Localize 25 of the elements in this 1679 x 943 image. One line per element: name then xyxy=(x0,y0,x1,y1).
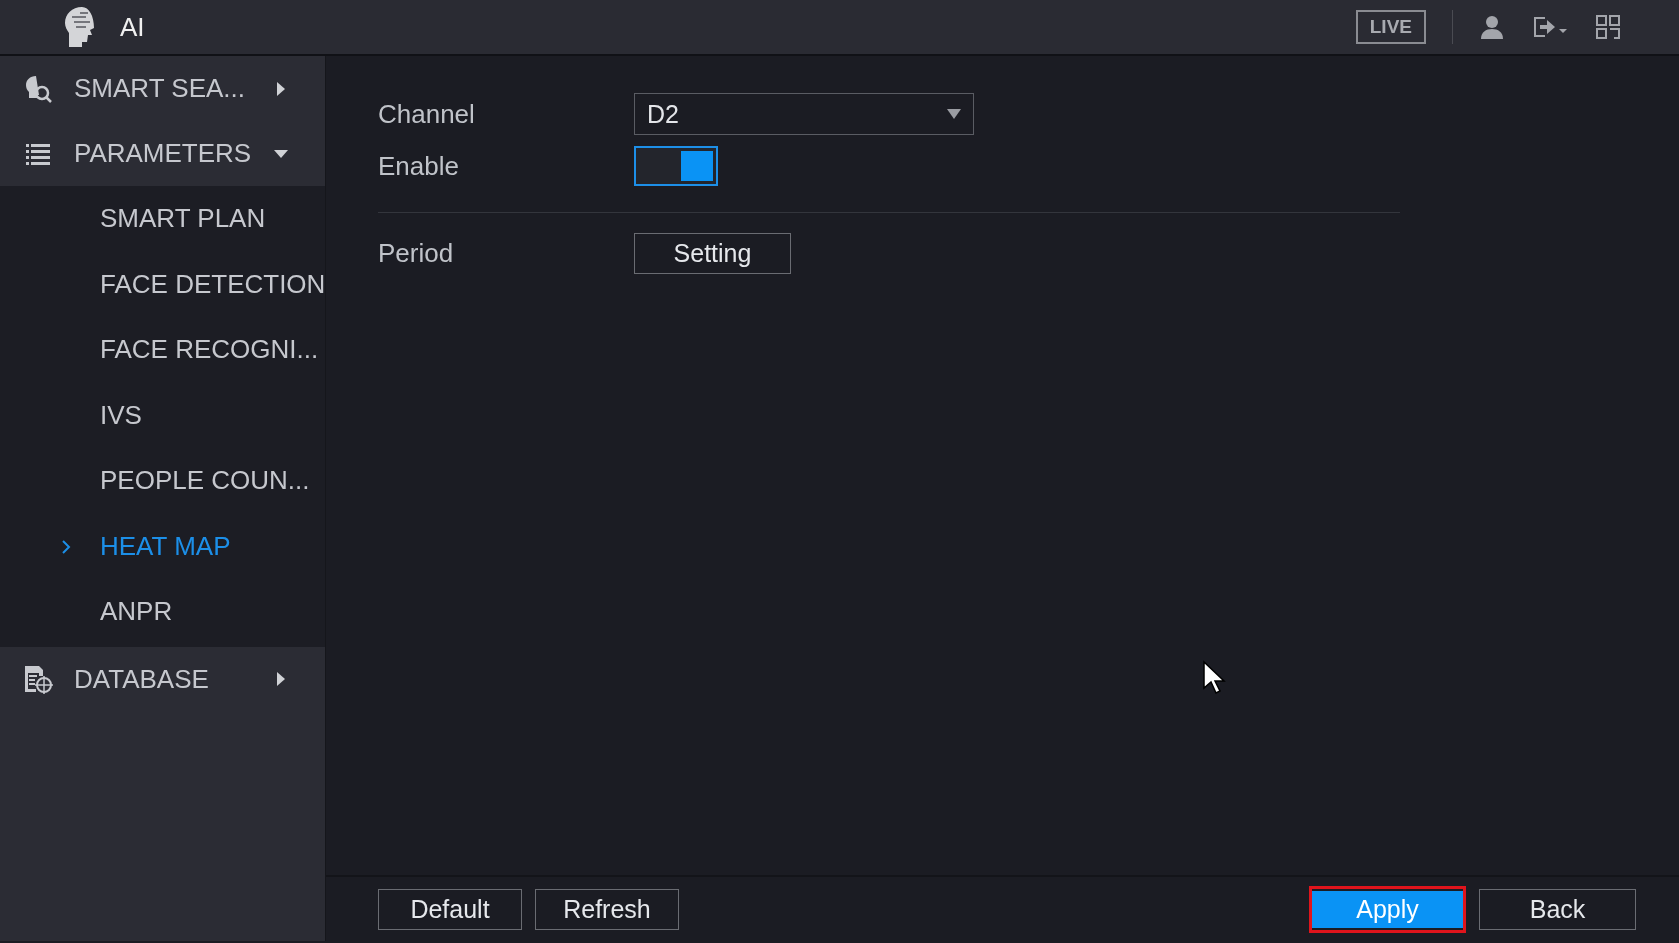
field-label: Enable xyxy=(378,150,460,182)
footer-button[interactable]: Refresh xyxy=(535,888,679,930)
live-button[interactable]: LIVE xyxy=(1355,10,1426,44)
chevron-right-icon xyxy=(60,538,72,555)
field-label: Channel xyxy=(378,98,476,130)
enable-toggle[interactable] xyxy=(634,146,718,186)
qr-code-icon[interactable] xyxy=(1595,14,1621,40)
footer-button[interactable]: Back xyxy=(1479,888,1636,930)
sidebar-subitem[interactable]: HEAT MAP xyxy=(0,513,325,579)
user-icon[interactable] xyxy=(1479,14,1505,40)
mouse-cursor-icon xyxy=(1202,660,1226,696)
field-label: Period xyxy=(378,237,455,269)
sidebar-subitem[interactable]: SMART PLAN xyxy=(0,186,325,252)
dropdown-arrow-icon xyxy=(947,109,961,119)
sidebar-subitem[interactable]: IVS xyxy=(0,382,325,448)
database-icon xyxy=(22,663,54,695)
setting-button[interactable]: Setting xyxy=(634,232,791,274)
logout-icon[interactable] xyxy=(1531,14,1569,40)
page-title: AI xyxy=(120,11,145,43)
sidebar-subitem[interactable]: ANPR xyxy=(0,579,325,645)
sidebar-subitem[interactable]: PEOPLE COUN... xyxy=(0,448,325,514)
sidebar-subitem[interactable]: FACE DETECTION xyxy=(0,251,325,317)
sidebar-subitem[interactable]: FACE RECOGNI... xyxy=(0,317,325,383)
channel-dropdown[interactable]: D2 xyxy=(634,93,974,135)
footer-button[interactable]: Default xyxy=(378,888,522,930)
